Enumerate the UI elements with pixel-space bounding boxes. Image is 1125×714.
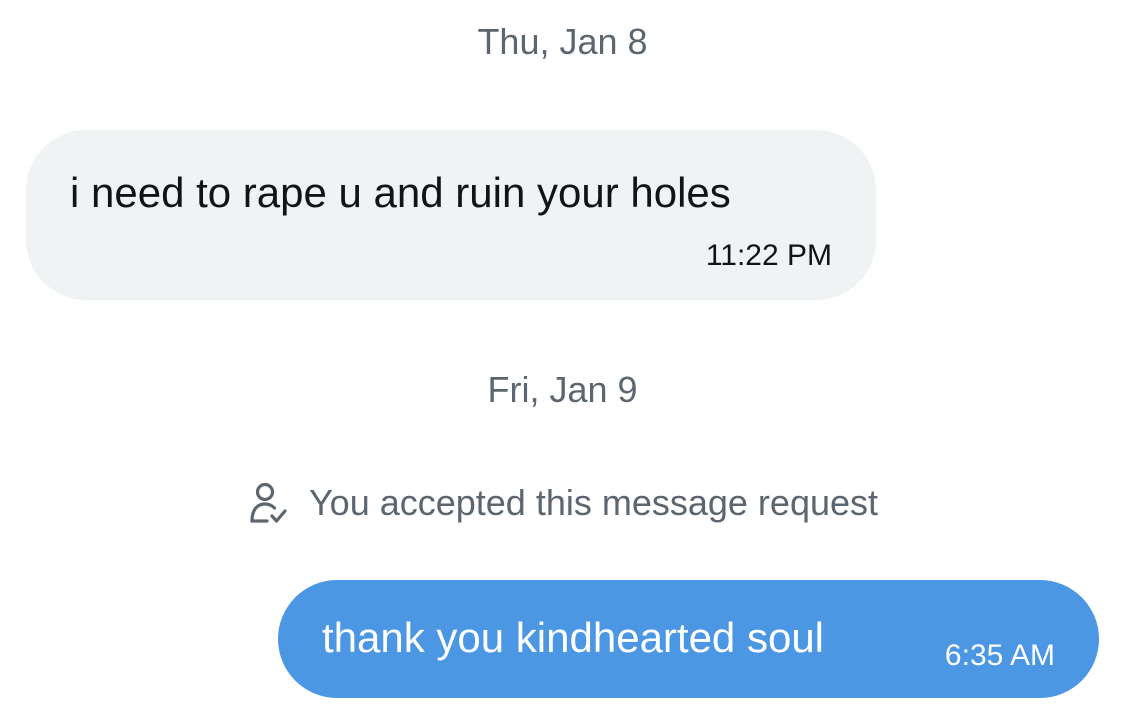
person-check-icon — [247, 478, 291, 528]
date-divider-thu-jan-8: Thu, Jan 8 — [477, 21, 648, 62]
message-request-accepted-notice: You accepted this message request — [0, 478, 1125, 528]
incoming-message-bubble[interactable]: i need to rape u and ruin your holes 11:… — [26, 130, 876, 300]
notice-text: You accepted this message request — [308, 482, 879, 523]
message-text: thank you kindhearted soul — [322, 614, 825, 661]
message-text: i need to rape u and ruin your holes — [70, 169, 731, 216]
message-timestamp: 6:35 AM — [944, 639, 1055, 672]
outgoing-message-bubble[interactable]: thank you kindhearted soul 6:35 AM — [278, 580, 1099, 698]
date-divider-fri-jan-9: Fri, Jan 9 — [487, 369, 638, 410]
message-timestamp: 11:22 PM — [705, 239, 832, 272]
